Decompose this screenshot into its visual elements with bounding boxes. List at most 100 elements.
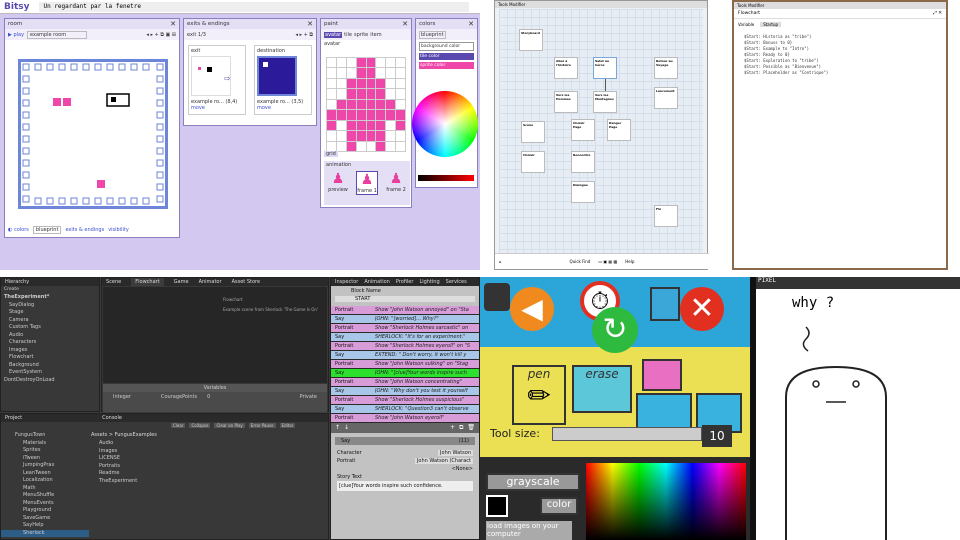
paint-pixel[interactable]	[327, 78, 336, 89]
hierarchy-item[interactable]: Custom Tags	[1, 324, 99, 332]
room-canvas[interactable]	[18, 59, 168, 209]
background-color-button[interactable]: background color	[419, 42, 474, 51]
paint-pixel[interactable]	[336, 58, 346, 68]
paint-pixel[interactable]	[336, 99, 346, 110]
frame-2[interactable]: ♟ frame 2	[386, 171, 406, 195]
command-row[interactable]: Portrait Show "Sherlock Holmes eyeroll" o…	[331, 342, 479, 351]
project-folder[interactable]: LeanTween	[1, 470, 89, 478]
paint-pixel[interactable]	[376, 78, 386, 89]
project-file[interactable]: Images	[91, 448, 137, 456]
exits-button[interactable]: exits & endings	[65, 227, 104, 233]
paint-pixel[interactable]	[327, 99, 336, 110]
variable-name[interactable]: CouragePoints	[161, 394, 197, 400]
console-button[interactable]: Editor	[279, 423, 296, 428]
pen-button[interactable]: pen ✏	[512, 365, 566, 425]
close-icon[interactable]: ✕	[170, 20, 176, 28]
project-file[interactable]: Readme	[91, 470, 137, 478]
tab-tile[interactable]: tile	[344, 32, 352, 38]
game-title-input[interactable]: Un regardant par la fenetre	[39, 1, 470, 12]
tab-animation[interactable]: Animation	[364, 278, 390, 286]
paint-pixel[interactable]	[376, 89, 386, 99]
variables-menu[interactable]: Tools Modifier	[734, 2, 946, 9]
drawing-canvas[interactable]: PIXEL why ?	[756, 277, 960, 540]
console-button[interactable]: Error Pause	[248, 423, 276, 428]
paint-pixel[interactable]	[386, 141, 396, 151]
paint-pixel[interactable]	[396, 141, 405, 151]
hierarchy-dontdestroy[interactable]: DontDestroyOnLoad	[1, 377, 99, 385]
project-folder[interactable]: SaveGame	[1, 515, 89, 523]
load-images-button[interactable]: load images on your computer	[486, 521, 572, 540]
block-name-input[interactable]: START	[335, 296, 475, 302]
erase-button[interactable]: erase	[572, 365, 632, 413]
color-spectrum[interactable]	[586, 463, 746, 540]
project-files[interactable]: Audio Images LICENSE Portraits Readme TheExpe…	[91, 440, 137, 485]
color-button[interactable]: color	[540, 497, 578, 515]
flow-node[interactable]: Vers les Montagnes	[593, 91, 617, 113]
project-folder[interactable]: Materials	[1, 440, 89, 448]
paint-pixel[interactable]	[356, 131, 366, 141]
palette-dropdown[interactable]: blueprint	[419, 30, 446, 39]
project-folder[interactable]: MenuShuffle	[1, 492, 89, 500]
character-select[interactable]: John Watson	[438, 450, 473, 456]
paint-pixel[interactable]	[386, 89, 396, 99]
paint-pixel[interactable]	[386, 120, 396, 131]
paint-pixel[interactable]	[327, 141, 336, 151]
flow-node[interactable]: Vers les Hommes	[554, 91, 578, 113]
project-folder[interactable]: MenuEvents	[1, 500, 89, 508]
command-row[interactable]: Portrait Show "John Watson annoyed" on "S…	[331, 306, 479, 315]
paint-pixel[interactable]	[346, 78, 356, 89]
tab-sprite[interactable]: sprite	[354, 32, 368, 38]
paint-pixel[interactable]	[336, 120, 346, 131]
paint-pixel[interactable]	[396, 110, 405, 120]
paint-pixel[interactable]	[366, 131, 376, 141]
paint-pixel[interactable]	[376, 58, 386, 68]
arrow-down-icon[interactable]: ↓	[344, 424, 349, 432]
play-button[interactable]: ▶ play	[8, 32, 24, 38]
paint-pixel[interactable]	[336, 78, 346, 89]
console-button[interactable]: Clear	[171, 423, 186, 428]
destination-move-button[interactable]: move	[257, 105, 309, 111]
flowchart-canvas[interactable]: Storyboard Allez à l'histoire Salut au h…	[499, 9, 703, 255]
paint-pixel[interactable]	[396, 68, 405, 78]
close-icon[interactable]: ✕	[307, 20, 313, 28]
project-file[interactable]: Audio	[91, 440, 137, 448]
color-wheel[interactable]	[412, 91, 478, 157]
trash-icon[interactable]	[650, 287, 680, 321]
command-row[interactable]: Say SHERLOCK: "Question3 can't observe	[331, 405, 479, 414]
paint-pixel[interactable]	[346, 58, 356, 68]
paint-pixel[interactable]	[376, 141, 386, 151]
tab-profiler[interactable]: Profiler	[396, 278, 414, 286]
hierarchy-tab[interactable]: Hierarchy	[1, 278, 99, 286]
paint-pixel[interactable]	[396, 99, 405, 110]
paint-pixel[interactable]	[327, 58, 336, 68]
paint-pixel[interactable]	[346, 99, 356, 110]
delete-icon[interactable]: 🗑	[467, 424, 475, 432]
command-row[interactable]: Portrait Show "John Watson sulking" on "S…	[331, 360, 479, 369]
paint-pixel[interactable]	[327, 131, 336, 141]
flow-node[interactable]: Lancement	[654, 87, 678, 109]
paint-pixel[interactable]	[356, 99, 366, 110]
visibility-button[interactable]: visibility	[108, 227, 129, 233]
back-icon[interactable]: ◀	[510, 287, 554, 331]
hierarchy-item[interactable]: SayDialog	[1, 302, 99, 310]
close-icon[interactable]: ✕	[468, 20, 474, 28]
duplicate-icon[interactable]: ⧉	[459, 424, 463, 432]
hierarchy-item[interactable]: Flowchart	[1, 354, 99, 362]
paint-pixel[interactable]	[376, 120, 386, 131]
tab-animator[interactable]: Animator	[199, 278, 222, 286]
tab-project[interactable]: Project	[5, 414, 22, 422]
command-row[interactable]: Portrait Show "Sherlock Holmes sarcastic"…	[331, 324, 479, 333]
paint-pixel[interactable]	[327, 110, 336, 120]
hierarchy-item[interactable]: EventSystem	[1, 369, 99, 377]
project-tree[interactable]: FungusTown Materials Sprites iTween JumpingP…	[1, 432, 89, 537]
command-row[interactable]: Say EXTEND: " Don't worry, it won't kill …	[331, 351, 479, 360]
project-folder[interactable]: iTween	[1, 455, 89, 463]
brightness-slider[interactable]	[418, 175, 474, 181]
black-swatch[interactable]	[486, 495, 508, 517]
exit-nav-icons[interactable]: ◂ ▸ + ⧉	[295, 32, 313, 38]
flow-node[interactable]: Choisir Page	[571, 119, 595, 141]
paint-pixel[interactable]	[366, 58, 376, 68]
hierarchy-item[interactable]: Background	[1, 362, 99, 370]
project-file[interactable]: Portraits	[91, 463, 137, 471]
grayscale-button[interactable]: grayscale	[486, 473, 580, 491]
